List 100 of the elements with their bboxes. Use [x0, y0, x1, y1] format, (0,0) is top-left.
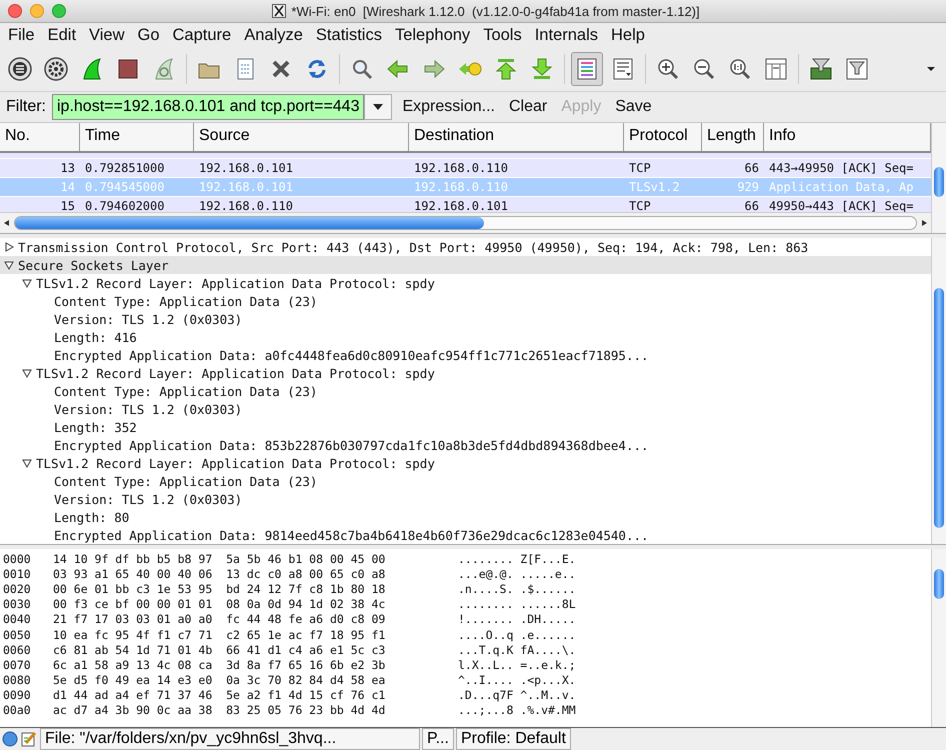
menu-item[interactable]: Internals	[528, 26, 606, 44]
tree-item[interactable]: TLSv1.2 Record Layer: Application Data Protocol: spdy	[0, 454, 931, 472]
hex-bytes: 5e d5 f0 49 ea 14 e3 e0 0a 3c 70 82 84 d4 58 ea	[53, 673, 386, 688]
table-cell-text: 15	[60, 199, 76, 212]
pencil-note-icon[interactable]	[20, 730, 38, 748]
tree-item[interactable]: Encrypted Application Data: a0fc4448fea6d0c80910eafc954ff1c771c2651eacf71895...	[0, 346, 931, 364]
menu-item[interactable]: Edit	[42, 26, 84, 44]
collapsed-triangle-icon[interactable]	[4, 242, 14, 252]
hex-offset: 0000	[2, 552, 32, 566]
status-file-text: File: "/var/folders/xn/pv_yc9hn6sl_3hvq...	[40, 728, 420, 750]
table-cell-text: 192.168.0.110	[413, 161, 509, 175]
filter-action-button[interactable]: Clear	[504, 98, 552, 116]
table-cell-text: 0.794545000	[84, 180, 166, 194]
table-cell-text: 192.168.0.101	[198, 161, 294, 175]
table-cell-text: 192.168.0.101	[198, 180, 294, 194]
vertical-scrollbar-thumb[interactable]	[934, 569, 944, 599]
column-header[interactable]: Length	[702, 123, 764, 151]
menu-item[interactable]: File	[2, 26, 42, 44]
overflow-arrow-icon[interactable]	[926, 65, 936, 73]
ascii-text: ...e@.@. .....e..	[458, 566, 576, 581]
hex-bytes: 21 f7 17 03 03 01 a0 a0 fc 44 48 fe a6 d0 c8 09	[53, 612, 386, 626]
hex-bytes: 00 6e 01 bb c3 1e 53 95 bd 24 12 7f c8 1b 80 18	[53, 582, 386, 596]
table-cell-text: Application Data, Ap	[768, 180, 914, 194]
filter-action-button[interactable]: Expression...	[398, 98, 499, 116]
tree-item[interactable]: TLSv1.2 Record Layer: Application Data Protocol: spdy	[0, 274, 931, 292]
table-cell-text: 14	[60, 180, 76, 194]
ascii-text: ...;...8 .%.v#.MM	[458, 703, 576, 718]
menu-item[interactable]: View	[83, 26, 132, 44]
expanded-triangle-icon[interactable]	[22, 458, 32, 468]
status-packets-text: P...	[422, 728, 454, 750]
ascii-text: ........ ......8L	[458, 597, 576, 612]
tree-item[interactable]: Content Type: Application Data (23)	[0, 292, 931, 310]
column-header[interactable]: Source	[194, 123, 409, 151]
tree-item[interactable]: Encrypted Application Data: 853b22876b030797cda1fc10a8b3de5fd4dbd894368dbee4...	[0, 436, 931, 454]
vertical-scrollbar-thumb[interactable]	[934, 288, 944, 528]
window-title: *Wi-Fi: en0 [Wireshark 1.12.0 (v1.12.0-0-g4fab41a from master-1.12)]	[291, 4, 700, 18]
scroll-left-arrow-icon[interactable]	[3, 219, 11, 227]
menu-item[interactable]: Capture	[166, 26, 238, 44]
menu-item[interactable]: Telephony	[388, 26, 478, 44]
hex-offset: 0040	[2, 612, 32, 626]
dropdown-button[interactable]	[364, 94, 392, 120]
gear-icon	[43, 56, 69, 82]
packet-row[interactable]: 13 0.792851000 192.168.0.101 192.168.0.110 TCP 66 443→49950 [ACK] Seq=	[0, 159, 931, 178]
column-header[interactable]: Time	[80, 123, 194, 151]
zoom-window-icon[interactable]	[52, 4, 66, 18]
column-header[interactable]: No.	[0, 123, 80, 151]
expanded-triangle-icon[interactable]	[4, 260, 14, 270]
menu-item[interactable]: Go	[132, 26, 167, 44]
tree-item[interactable]: Transmission Control Protocol, Src Port: 443 (443), Dst Port: 49950 (49950), Seq: 194, Ack: 798, Len: 863	[0, 238, 931, 256]
hex-offset: 0010	[2, 566, 32, 581]
column-header[interactable]: Protocol	[624, 123, 702, 151]
tree-item[interactable]: Version: TLS 1.2 (0x0303)	[0, 490, 931, 508]
tree-item[interactable]: Length: 80	[0, 508, 931, 526]
menu-item[interactable]: Analyze	[238, 26, 310, 44]
list-icon	[7, 56, 33, 82]
table-cell-text: TCP	[628, 161, 652, 175]
ascii-text: ^..I.... .<p...X.	[458, 673, 576, 688]
tree-item[interactable]: Content Type: Application Data (23)	[0, 382, 931, 400]
funnel-icon	[844, 56, 870, 82]
tree-item[interactable]: Version: TLS 1.2 (0x0303)	[0, 400, 931, 418]
close-window-icon[interactable]	[8, 4, 22, 18]
menu-item[interactable]: Statistics	[310, 26, 389, 44]
status-profile-text[interactable]: Profile: Default	[456, 728, 571, 750]
ascii-text: l.X..L.. =..e.k.;	[458, 658, 576, 672]
status-dot-icon[interactable]	[2, 731, 18, 747]
tree-item[interactable]: Length: 416	[0, 328, 931, 346]
ascii-text: ....O..q .e......	[458, 628, 576, 642]
ascii-text: .D...q7F ^..M..v.	[458, 688, 576, 702]
vertical-scrollbar-thumb[interactable]	[934, 167, 944, 197]
tree-item[interactable]: Secure Sockets Layer	[0, 256, 931, 274]
hex-bytes: 6c a1 58 a9 13 4c 08 ca 3d 8a f7 65 16 6b e2 3b	[53, 658, 386, 672]
table-cell-text: 192.168.0.110	[413, 180, 509, 194]
expanded-triangle-icon[interactable]	[22, 368, 32, 378]
expanded-triangle-icon[interactable]	[22, 278, 32, 288]
filter-action-button[interactable]: Save	[611, 98, 656, 116]
tree-item[interactable]: Length: 352	[0, 418, 931, 436]
tree-item[interactable]: Content Type: Application Data (23)	[0, 472, 931, 490]
tree-item[interactable]: Encrypted Application Data: 9814eed458c7ba4b6418e4b60f736e29dcac6c1283e04540...	[0, 526, 931, 544]
hex-offset: 0030	[2, 597, 32, 612]
ascii-text: .n....S. .$......	[458, 582, 576, 596]
ascii-text: !....... .DH.....	[458, 612, 576, 626]
tree-item[interactable]: Version: TLS 1.2 (0x0303)	[0, 310, 931, 328]
tree-item[interactable]: TLSv1.2 Record Layer: Application Data Protocol: spdy	[0, 364, 931, 382]
x-app-icon	[272, 4, 286, 18]
scroll-right-arrow-icon[interactable]	[920, 219, 928, 227]
caret-icon	[372, 103, 384, 111]
hex-bytes: 14 10 9f df bb b5 b8 97 5a 5b 46 b1 08 00 45 00	[53, 552, 386, 566]
filter-label: Filter:	[6, 98, 46, 116]
table-cell-text: 929	[736, 180, 760, 194]
colored-lines-button[interactable]	[571, 52, 603, 86]
funnel-card-icon	[808, 56, 834, 82]
arrow-down-bar-icon	[529, 56, 555, 82]
filter-field[interactable]: ip.host==192.168.0.101 and tcp.port==443	[52, 94, 364, 120]
hex-offset: 00a0	[2, 703, 32, 718]
horizontal-scrollbar-thumb[interactable]	[15, 217, 484, 229]
table-cell-text: 66	[744, 161, 760, 175]
menu-item[interactable]: Tools	[477, 26, 529, 44]
menu-item[interactable]: Help	[605, 26, 652, 44]
column-header[interactable]: Destination	[409, 123, 624, 151]
hex-bytes: 10 ea fc 95 4f f1 c7 71 c2 65 1e ac f7 18 95 f1	[53, 628, 386, 642]
